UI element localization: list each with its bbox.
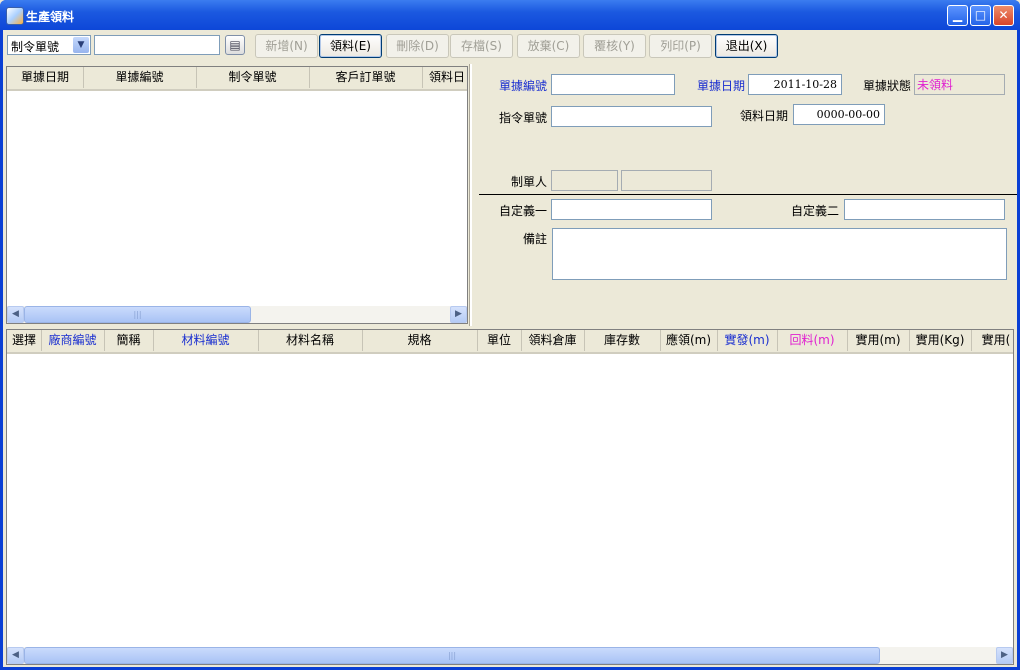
form-divider — [479, 194, 1017, 195]
document-list-header: 單據日期 單據編號 制令單號 客戶訂單號 領料日 — [7, 67, 467, 91]
order-no-label: 指令單號 — [498, 111, 547, 125]
detail-column-header[interactable]: 簡稱 — [104, 330, 154, 351]
toolbar-button-4[interactable]: 放棄(C) — [517, 34, 580, 58]
toolbar-button-6[interactable]: 列印(P) — [649, 34, 712, 58]
detail-column-header[interactable]: 材料名稱 — [258, 330, 363, 351]
scroll-thumb[interactable]: ||| — [24, 306, 251, 323]
document-form: 單據編號 單據日期 2011-10-28 單據狀態 未領料 指令單號 領料日期 … — [471, 66, 1017, 324]
pick-date-label: 領料日期 — [739, 109, 788, 123]
detail-column-header[interactable]: 實用(Kg) — [909, 330, 972, 351]
maximize-button[interactable]: □ — [970, 5, 991, 26]
toolbar-button-3[interactable]: 存檔(S) — [450, 34, 513, 58]
pick-date-field[interactable]: 0000-00-00 — [793, 104, 885, 125]
custom2-field[interactable] — [844, 199, 1005, 220]
scroll-thumb[interactable]: ||| — [24, 647, 880, 664]
title-bar[interactable]: 生產領料 ▁ □ ✕ — [0, 0, 1020, 30]
search-input[interactable] — [94, 35, 220, 55]
status-field: 未領料 — [914, 74, 1005, 95]
document-list-grid[interactable]: 單據日期 單據編號 制令單號 客戶訂單號 領料日 ◀ ||| ▶ — [6, 66, 468, 324]
detail-column-header[interactable]: 應領(m) — [660, 330, 718, 351]
search-field-value: 制令單號 — [11, 40, 60, 54]
remark-textarea[interactable] — [552, 228, 1007, 280]
toolbar: 制令單號 ▼ ▤ 新增(N) 領料(E) 刪除(D) 存檔(S) 放棄(C) 覆核(Y) 列… — [3, 30, 1017, 64]
doc-list-column-header[interactable]: 單據日期 — [7, 67, 84, 88]
doc-list-column-header[interactable]: 領料日 — [422, 67, 467, 88]
detail-column-header[interactable]: 實發(m) — [717, 330, 778, 351]
lookup-icon[interactable]: ▤ — [225, 35, 245, 55]
search-field-select[interactable]: 制令單號 ▼ — [7, 35, 91, 55]
doc-no-label: 單據編號 — [498, 79, 547, 93]
detail-column-header[interactable]: 選擇 — [7, 330, 42, 351]
order-no-field[interactable] — [551, 106, 712, 127]
doc-list-column-header[interactable]: 制令單號 — [196, 67, 310, 88]
material-detail-hscrollbar[interactable]: ◀ ||| ▶ — [7, 647, 1013, 664]
doc-list-column-header[interactable]: 單據編號 — [83, 67, 197, 88]
detail-column-header[interactable]: 實用( — [971, 330, 1013, 351]
doc-date-label: 單據日期 — [696, 79, 745, 93]
status-label: 單據狀態 — [862, 79, 911, 93]
custom2-label: 自定義二 — [790, 204, 839, 218]
doc-no-field[interactable] — [551, 74, 675, 95]
toolbar-button-1[interactable]: 領料(E) — [319, 34, 382, 58]
material-detail-header: 選擇 廠商編號 簡稱 材料編號 材料名稱 規格 單位 領料倉庫 庫存數 應領(m) 實發(m) 回料(… — [7, 330, 1013, 354]
chevron-down-icon[interactable]: ▼ — [73, 37, 89, 53]
detail-column-header[interactable]: 領料倉庫 — [521, 330, 585, 351]
close-button[interactable]: ✕ — [993, 5, 1014, 26]
scroll-left-icon[interactable]: ◀ — [7, 647, 24, 664]
document-list-hscrollbar[interactable]: ◀ ||| ▶ — [7, 306, 467, 323]
creator-name-field — [621, 170, 712, 191]
scroll-left-icon[interactable]: ◀ — [7, 306, 24, 323]
doc-date-field[interactable]: 2011-10-28 — [748, 74, 842, 95]
detail-column-header[interactable]: 廠商編號 — [41, 330, 105, 351]
detail-column-header[interactable]: 回料(m) — [777, 330, 848, 351]
scroll-right-icon[interactable]: ▶ — [996, 647, 1013, 664]
remark-label: 備註 — [522, 232, 547, 246]
custom1-field[interactable] — [551, 199, 712, 220]
custom1-label: 自定義一 — [498, 204, 547, 218]
doc-list-column-header[interactable]: 客戶訂單號 — [309, 67, 423, 88]
client-area: 制令單號 ▼ ▤ 新增(N) 領料(E) 刪除(D) 存檔(S) 放棄(C) 覆核(Y) 列… — [3, 30, 1017, 667]
detail-column-header[interactable]: 材料編號 — [153, 330, 259, 351]
detail-column-header[interactable]: 規格 — [362, 330, 478, 351]
toolbar-button-2[interactable]: 刪除(D) — [386, 34, 449, 58]
material-detail-grid[interactable]: 選擇 廠商編號 簡稱 材料編號 材料名稱 規格 單位 領料倉庫 庫存數 應領(m) 實發(m) 回料(… — [6, 329, 1014, 665]
minimize-button[interactable]: ▁ — [947, 5, 968, 26]
creator-id-field — [551, 170, 618, 191]
scroll-right-icon[interactable]: ▶ — [450, 306, 467, 323]
app-icon — [6, 7, 24, 25]
app-window: 生產領料 ▁ □ ✕ 制令單號 ▼ ▤ 新增(N) 領料(E) 刪除(D) 存檔(S)… — [0, 0, 1020, 670]
toolbar-button-7[interactable]: 退出(X) — [715, 34, 778, 58]
toolbar-button-0[interactable]: 新增(N) — [255, 34, 318, 58]
window-title: 生產領料 — [26, 10, 75, 24]
toolbar-button-5[interactable]: 覆核(Y) — [583, 34, 646, 58]
detail-column-header[interactable]: 實用(m) — [847, 330, 910, 351]
detail-column-header[interactable]: 單位 — [477, 330, 522, 351]
detail-column-header[interactable]: 庫存數 — [584, 330, 661, 351]
creator-label: 制單人 — [510, 175, 547, 189]
